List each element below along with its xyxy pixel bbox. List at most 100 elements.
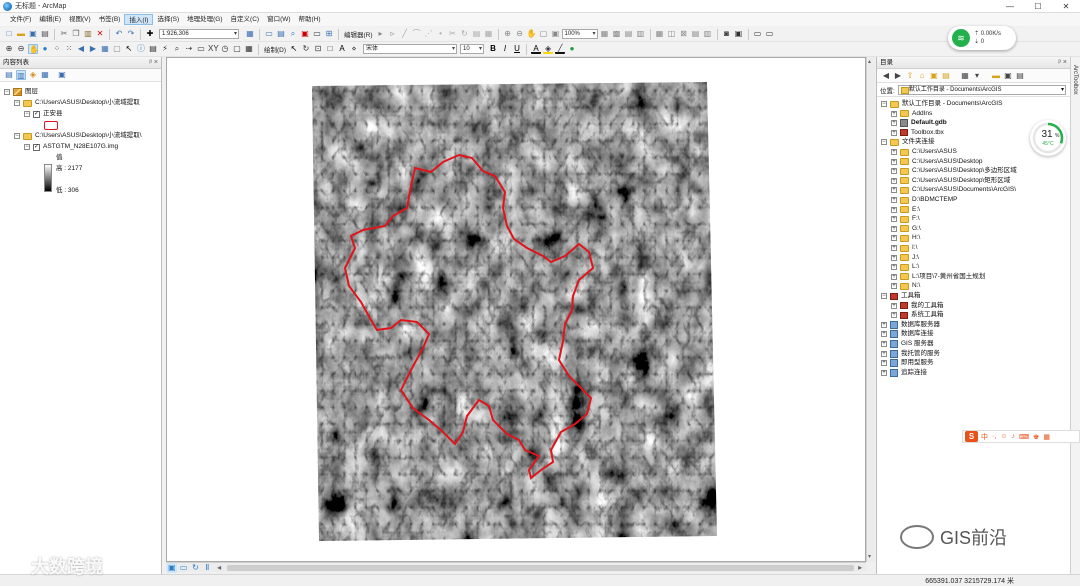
layout-zoom-out-icon[interactable]: ⊖ — [515, 29, 525, 39]
add-data-icon[interactable]: ✚ — [145, 29, 155, 39]
pan-icon[interactable]: ✋ — [28, 44, 39, 54]
back-icon[interactable]: ◀ — [881, 71, 891, 81]
toc-layer-row[interactable]: − ✓ 正安县 — [24, 109, 63, 119]
find-route-icon[interactable]: ⇢ — [184, 44, 194, 54]
swipe-icon[interactable]: ▦ — [244, 44, 254, 54]
menu-windows[interactable]: 窗口(W) — [263, 14, 294, 25]
list-by-source-icon[interactable]: ▥ — [16, 70, 26, 80]
catalog-item[interactable]: + F:\ — [891, 214, 920, 224]
expand-icon[interactable]: + — [891, 283, 897, 290]
map-canvas[interactable] — [167, 58, 867, 563]
expand-icon[interactable]: + — [891, 120, 897, 127]
catalog-item[interactable]: + J:\ — [891, 253, 919, 263]
select-elements-icon[interactable]: ↖ — [124, 44, 134, 54]
focus-data-frame-icon[interactable]: ▩ — [612, 29, 622, 39]
menu-file[interactable]: 文件(F) — [6, 14, 35, 25]
menu-insert[interactable]: 插入(I) — [124, 14, 154, 25]
new-folder-icon[interactable]: ▬ — [991, 71, 1001, 81]
collapse-icon[interactable]: − — [24, 111, 30, 117]
map-view[interactable] — [166, 57, 866, 562]
arctoolbox-icon[interactable]: ▣ — [300, 29, 310, 39]
voice-icon[interactable]: ♪ — [1011, 433, 1015, 440]
catalog-item[interactable]: + AddIns — [891, 109, 932, 119]
skin-icon[interactable]: ♚ — [1033, 433, 1039, 441]
draw-select-icon[interactable]: ↖ — [289, 44, 299, 54]
map-vertical-scrollbar[interactable]: ▴ ▾ — [866, 57, 875, 562]
pause-drawing-icon[interactable]: Ⅱ — [202, 563, 212, 573]
sogou-logo-icon[interactable]: S — [965, 431, 978, 442]
toc-layer-row[interactable]: − ✓ ASTGTM_N28E107G.img — [24, 142, 118, 152]
zoom-100-icon[interactable]: ▣ — [551, 29, 561, 39]
expand-icon[interactable]: + — [891, 197, 897, 203]
trace-icon[interactable]: ⋰ — [424, 29, 434, 39]
toc-source-row[interactable]: − C:\Users\ASUS\Desktop\小流域提取\ — [14, 131, 142, 141]
modelbuilder-icon[interactable]: ⊞ — [324, 29, 334, 39]
pin-close-icon[interactable]: ᵖ × — [149, 57, 158, 69]
rotate-element-icon[interactable]: ↻ — [301, 44, 311, 54]
data-driven-pages-icon[interactable]: ▥ — [636, 29, 646, 39]
edit-annotation-icon[interactable]: ▹ — [388, 29, 398, 39]
copy-icon[interactable]: ❐ — [71, 29, 81, 39]
fill-color-icon[interactable]: ◈ — [543, 44, 554, 54]
zoom-in-icon[interactable]: ⊕ — [4, 44, 14, 54]
forward-extent-icon[interactable]: ▶ — [88, 44, 98, 54]
catalog-item[interactable]: + D:\BDMCTEMP — [891, 195, 958, 205]
catalog-item[interactable]: + H:\ — [891, 233, 920, 243]
menu-selection[interactable]: 选择(S) — [153, 14, 183, 25]
georef-icon[interactable]: ▦ — [655, 29, 665, 39]
editor-menu[interactable]: 编辑器(R) — [342, 29, 375, 39]
scale-combo[interactable]: 1:926,306 — [159, 29, 239, 39]
zoom-to-selected-icon[interactable]: ⊡ — [313, 44, 323, 54]
html-popup-icon[interactable]: ▤ — [148, 44, 158, 54]
expand-icon[interactable]: + — [891, 187, 897, 194]
layout-view-button[interactable]: ▣ — [167, 562, 177, 573]
full-extent-icon[interactable]: ● — [40, 44, 50, 54]
expand-icon[interactable]: + — [881, 360, 887, 367]
minimize-button[interactable]: — — [996, 0, 1024, 13]
menu-view[interactable]: 视图(V) — [65, 14, 95, 25]
graph-icon[interactable]: ▥ — [703, 29, 713, 39]
disconnect-folder-icon[interactable]: ▤ — [941, 71, 951, 81]
expand-icon[interactable]: + — [881, 350, 887, 357]
expand-icon[interactable]: + — [881, 369, 887, 376]
sketch-properties-icon[interactable]: ▦ — [484, 29, 494, 39]
catalog-item[interactable]: + C:\Users\ASUS\Desktop\多边形区域 — [891, 166, 1017, 176]
measure-icon[interactable]: ▭ — [196, 44, 206, 54]
catalog-window-icon[interactable]: ▤ — [276, 29, 286, 39]
spatial-adjust-icon[interactable]: ◫ — [667, 29, 677, 39]
3d-icon[interactable]: ◙ — [722, 29, 732, 39]
polygon-symbol-icon[interactable] — [44, 120, 58, 130]
cog-icon[interactable]: ▣ — [734, 29, 744, 39]
clear-selection-icon[interactable]: ▢ — [112, 44, 122, 54]
horizontal-scroll-thumb[interactable] — [226, 564, 855, 571]
find-icon[interactable]: ⌕ — [172, 44, 182, 54]
catalog-item[interactable]: + C:\Users\ASUS\Documents\ArcGIS\ — [891, 185, 1016, 195]
catalog-item[interactable]: + C:\Users\ASUS\Desktop\矩形区域 — [891, 176, 1010, 186]
map-horizontal-scrollbar[interactable]: ▣ ▭ ↻ Ⅱ ◂ ▸ — [166, 562, 866, 573]
dem-raster[interactable] — [307, 78, 727, 548]
expand-icon[interactable]: + — [881, 321, 887, 328]
layer-visibility-checkbox[interactable]: ✓ — [33, 110, 40, 118]
redo-icon[interactable]: ↷ — [126, 29, 136, 39]
up-one-level-icon[interactable]: ⇧ — [905, 71, 915, 81]
search-window-icon[interactable]: ⌕ — [288, 29, 298, 39]
change-layout-icon[interactable]: ▤ — [624, 29, 634, 39]
collapse-icon[interactable]: − — [4, 89, 10, 95]
open-icon[interactable]: ▬ — [16, 29, 26, 39]
ime-toolbar[interactable]: S 中 ·, ☺ ♪ ⌨ ♚ ▦ — [962, 430, 1080, 443]
expand-icon[interactable]: + — [891, 254, 897, 261]
expand-icon[interactable]: + — [891, 168, 897, 175]
fixed-zoom-in-icon[interactable]: ⁘ — [52, 44, 62, 54]
italic-button[interactable]: I — [500, 44, 510, 54]
python-icon[interactable]: ▭ — [312, 29, 322, 39]
layout-view-icon[interactable]: ▭ — [753, 29, 763, 39]
scroll-left-icon[interactable]: ◂ — [214, 563, 224, 573]
data-view-icon[interactable]: ▭ — [765, 29, 775, 39]
new-icon[interactable]: □ — [4, 29, 14, 39]
go-to-xy-icon[interactable]: XY — [208, 44, 219, 54]
rotate-icon[interactable]: ↻ — [460, 29, 470, 39]
catalog-item[interactable]: + N:\ — [891, 281, 920, 291]
font-size-combo[interactable]: 10 — [460, 44, 485, 54]
layer-visibility-checkbox[interactable]: ✓ — [33, 143, 40, 151]
menu-help[interactable]: 帮助(H) — [295, 14, 325, 25]
